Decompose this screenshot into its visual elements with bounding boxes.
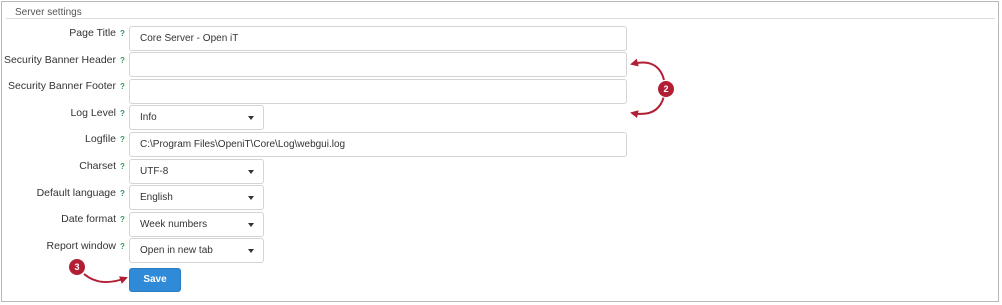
callout-2-arrow-upper xyxy=(630,58,665,81)
callout-3-arrow xyxy=(83,273,128,284)
callout-2-arrow-lower xyxy=(630,95,665,119)
callout-arrows xyxy=(83,58,665,284)
callout-badge-2: 2 xyxy=(658,81,674,97)
callout-badge-3: 3 xyxy=(69,259,85,275)
